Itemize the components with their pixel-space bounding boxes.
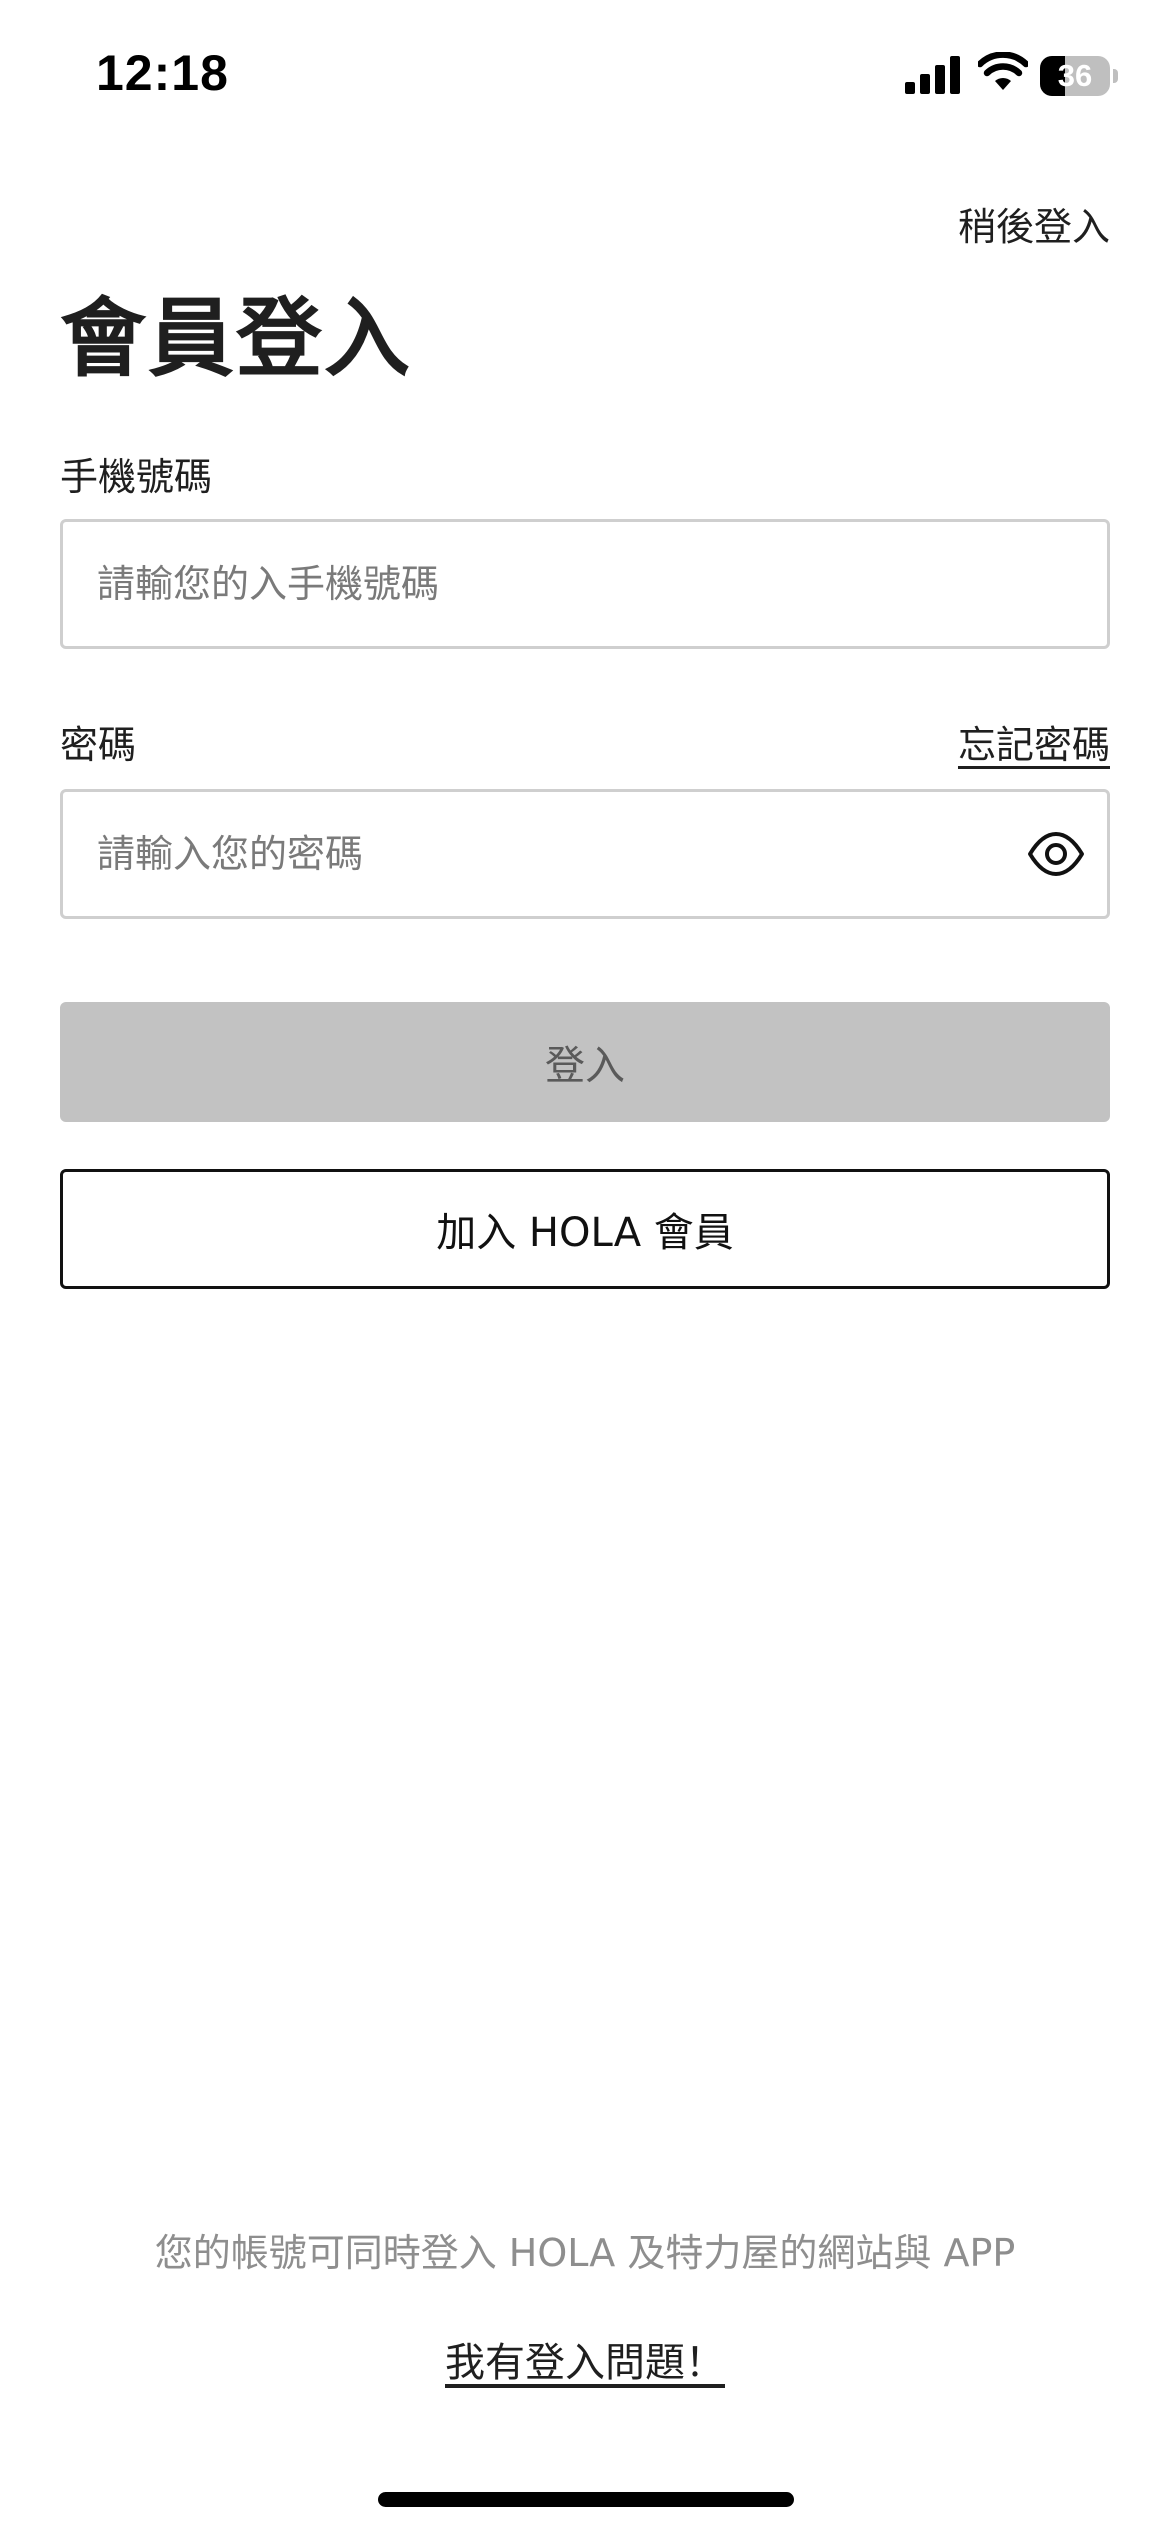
home-indicator — [378, 2492, 794, 2507]
battery-level: 36 — [1057, 58, 1093, 93]
login-help-container: 我有登入問題！ — [0, 2330, 1170, 2388]
password-input[interactable] — [97, 792, 1017, 916]
signal-bars-icon — [905, 56, 960, 94]
login-help-link[interactable]: 我有登入問題！ — [445, 2340, 725, 2386]
login-button[interactable]: 登入 — [60, 1002, 1110, 1122]
status-bar: 12:18 36 — [0, 0, 1170, 150]
battery-icon: 36 — [1040, 56, 1118, 96]
phone-input[interactable] — [97, 522, 1017, 646]
password-label: 密碼 — [60, 723, 137, 767]
phone-field[interactable] — [60, 519, 1110, 649]
join-member-button[interactable]: 加入 HOLA 會員 — [60, 1169, 1110, 1289]
eye-icon[interactable] — [1027, 828, 1085, 880]
page-title: 會員登入 — [60, 289, 412, 389]
skip-login-button[interactable]: 稍後登入 — [958, 196, 1110, 251]
status-time: 12:18 — [96, 45, 229, 101]
wifi-icon — [978, 52, 1028, 90]
forgot-password-link[interactable]: 忘記密碼 — [958, 714, 1110, 769]
password-field[interactable] — [60, 789, 1110, 919]
account-note: 您的帳號可同時登入 HOLA 及特力屋的網站與 APP — [154, 2231, 1016, 2275]
phone-label: 手機號碼 — [60, 455, 213, 499]
